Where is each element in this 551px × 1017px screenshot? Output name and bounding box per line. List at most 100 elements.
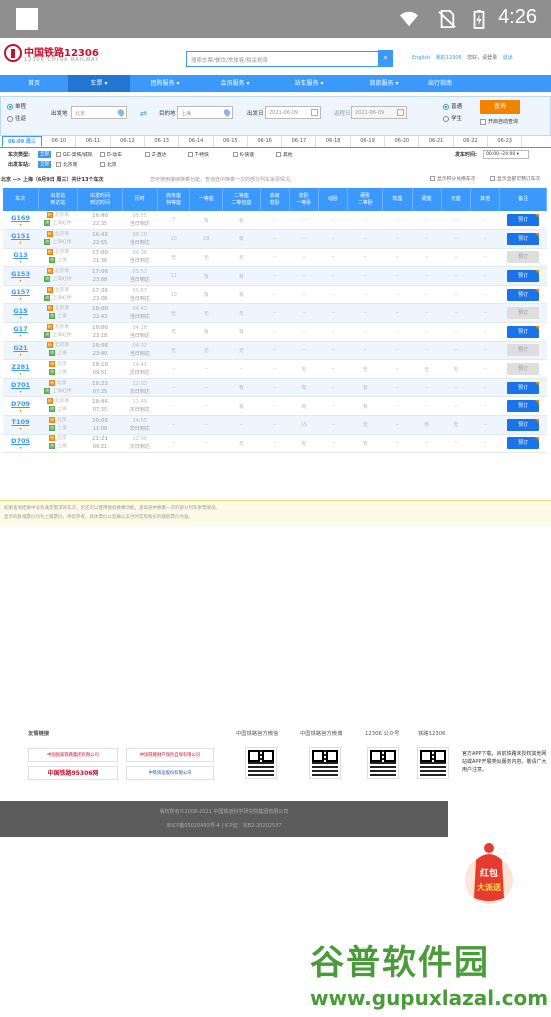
seat-availability[interactable]: -- bbox=[382, 229, 413, 249]
column-header[interactable]: 二等座 二等包座 bbox=[222, 188, 261, 211]
expand-icon[interactable]: ▾ bbox=[3, 371, 38, 376]
expand-icon[interactable]: ▾ bbox=[3, 426, 38, 431]
train-number[interactable]: G151 bbox=[3, 232, 38, 240]
seat-availability[interactable]: -- bbox=[441, 285, 471, 305]
friend-link-insurance[interactable]: 中国铁路财产保险自保有限公司 bbox=[126, 748, 214, 762]
book-button[interactable]: 预订 bbox=[507, 288, 540, 301]
seat-availability[interactable]: -- bbox=[470, 303, 500, 324]
from-station[interactable]: 北京南 bbox=[55, 269, 69, 274]
expand-icon[interactable]: ▾ bbox=[3, 352, 38, 357]
to-station[interactable]: 上海 bbox=[57, 426, 67, 431]
seat-availability[interactable]: -- bbox=[382, 211, 413, 231]
train-number-cell[interactable]: G13 ▾ bbox=[3, 248, 39, 268]
seat-availability[interactable]: -- bbox=[470, 322, 500, 342]
seat-availability[interactable]: 10 bbox=[157, 229, 190, 249]
seat-availability[interactable]: 有 bbox=[222, 322, 261, 342]
seat-availability[interactable]: -- bbox=[318, 266, 348, 286]
to-station[interactable]: 上海 bbox=[57, 407, 67, 412]
train-number[interactable]: D705 bbox=[3, 437, 38, 445]
seat-availability[interactable]: 无 bbox=[289, 359, 319, 379]
seat-availability[interactable]: -- bbox=[260, 322, 290, 342]
seat-availability[interactable]: -- bbox=[412, 378, 442, 398]
seat-availability[interactable]: -- bbox=[412, 303, 442, 324]
english-link[interactable]: English bbox=[412, 55, 430, 61]
to-station[interactable]: 上海 bbox=[57, 351, 67, 356]
type-k-checkbox[interactable]: K-快速 bbox=[233, 151, 254, 158]
seat-availability[interactable]: 无 bbox=[222, 434, 261, 454]
seat-availability[interactable]: 无 bbox=[157, 248, 190, 268]
to-station[interactable]: 上海 bbox=[57, 444, 67, 449]
seat-availability[interactable]: -- bbox=[470, 341, 500, 361]
book-button[interactable]: 预订 bbox=[507, 232, 540, 245]
date-tab[interactable]: 06-14 bbox=[180, 136, 214, 147]
expand-icon[interactable]: ▾ bbox=[3, 389, 38, 394]
seat-availability[interactable]: 无 bbox=[441, 359, 471, 379]
column-header[interactable]: 动卧 bbox=[318, 188, 349, 211]
seat-availability[interactable]: 无 bbox=[222, 303, 261, 324]
seat-availability[interactable]: -- bbox=[189, 434, 223, 454]
date-tab[interactable]: 06-15 bbox=[214, 136, 248, 147]
date-tab[interactable]: 06-20 bbox=[385, 136, 420, 147]
seat-availability[interactable]: -- bbox=[382, 341, 413, 361]
seat-availability[interactable]: -- bbox=[157, 396, 190, 417]
train-number[interactable]: D701 bbox=[3, 381, 38, 389]
book-button[interactable]: 预订 bbox=[507, 214, 540, 227]
to-station[interactable]: 上海虹桥 bbox=[52, 221, 71, 226]
seat-availability[interactable]: -- bbox=[260, 341, 290, 361]
seat-availability[interactable]: -- bbox=[382, 266, 413, 286]
seat-availability[interactable]: -- bbox=[441, 266, 471, 286]
seat-availability[interactable]: -- bbox=[412, 341, 442, 361]
seat-availability[interactable]: -- bbox=[289, 211, 319, 231]
friend-link-95306[interactable]: 中国铁路95306网 bbox=[28, 766, 118, 780]
seat-availability[interactable]: -- bbox=[289, 229, 319, 249]
seat-availability[interactable]: 有 bbox=[347, 378, 383, 398]
nav-guide[interactable]: 出行指南 bbox=[420, 75, 460, 92]
seat-availability[interactable]: -- bbox=[189, 415, 223, 435]
seat-availability[interactable]: -- bbox=[222, 415, 261, 435]
seat-availability[interactable]: -- bbox=[318, 322, 348, 342]
seat-availability[interactable]: 有 bbox=[222, 211, 261, 231]
seat-availability[interactable]: -- bbox=[157, 378, 190, 398]
date-tab[interactable]: 06-12 bbox=[111, 136, 145, 147]
to-station[interactable]: 上海虹桥 bbox=[52, 240, 71, 245]
nav-station[interactable]: 站车服务 ▾ bbox=[270, 75, 348, 92]
nav-business[interactable]: 商旅服务 ▾ bbox=[348, 75, 420, 92]
friend-link-express[interactable]: 中铁快运股份有限公司 bbox=[126, 766, 214, 780]
seat-availability[interactable]: -- bbox=[382, 396, 413, 417]
seat-availability[interactable]: -- bbox=[318, 211, 348, 231]
to-input[interactable]: 上海 bbox=[177, 106, 233, 119]
seat-availability[interactable]: -- bbox=[412, 248, 442, 268]
nav-tickets[interactable]: 车票 ▾ bbox=[68, 75, 130, 92]
train-number[interactable]: G15 bbox=[3, 307, 38, 315]
seat-availability[interactable]: -- bbox=[412, 396, 442, 417]
seat-availability[interactable]: -- bbox=[157, 415, 190, 435]
seat-availability[interactable]: -- bbox=[347, 248, 383, 268]
seat-availability[interactable]: -- bbox=[412, 229, 442, 249]
type-t-checkbox[interactable]: T-特快 bbox=[188, 151, 209, 158]
train-number[interactable]: D709 bbox=[3, 400, 38, 408]
expand-icon[interactable]: ▾ bbox=[3, 222, 38, 227]
book-button[interactable]: 预订 bbox=[507, 418, 540, 431]
train-number-cell[interactable]: G21 ▾ bbox=[3, 341, 39, 361]
column-header[interactable]: 出发时间 到达时间 bbox=[77, 188, 123, 211]
seat-availability[interactable]: 7 bbox=[157, 211, 190, 231]
column-header[interactable]: 无座 bbox=[441, 188, 471, 211]
seat-availability[interactable]: -- bbox=[289, 303, 319, 324]
seat-availability[interactable]: 15 bbox=[289, 415, 319, 435]
expand-icon[interactable]: ▾ bbox=[3, 259, 38, 264]
seat-availability[interactable]: 有 bbox=[222, 266, 261, 286]
seat-availability[interactable]: -- bbox=[260, 248, 290, 268]
seat-availability[interactable]: 有 bbox=[189, 322, 223, 342]
my-12306-link[interactable]: 我的12306 bbox=[436, 55, 462, 61]
radio-student[interactable]: 学生 bbox=[443, 114, 462, 122]
friend-link-crgroup[interactable]: 中国国家铁路集团有限公司 bbox=[28, 748, 118, 762]
seat-availability[interactable]: -- bbox=[470, 285, 500, 305]
seat-availability[interactable]: -- bbox=[260, 415, 290, 435]
departure-time-select[interactable]: 00:00--24:00 ▾ bbox=[483, 150, 529, 159]
expand-icon[interactable]: ▾ bbox=[3, 408, 38, 413]
seat-availability[interactable]: 11 bbox=[157, 266, 190, 286]
column-header[interactable]: 其他 bbox=[470, 188, 501, 211]
column-header[interactable]: 硬座 bbox=[412, 188, 442, 211]
seat-availability[interactable]: -- bbox=[470, 396, 500, 417]
seat-availability[interactable]: -- bbox=[260, 378, 290, 398]
